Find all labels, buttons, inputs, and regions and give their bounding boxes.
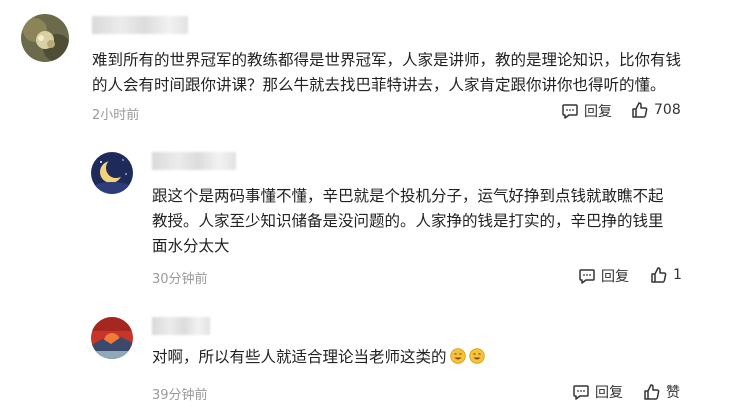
thumbs-up-icon bbox=[651, 267, 667, 283]
avatar[interactable] bbox=[91, 152, 133, 194]
like-count: 708 bbox=[654, 102, 681, 118]
reply-label: 回复 bbox=[584, 104, 612, 120]
comment-time: 30分钟前 bbox=[152, 272, 208, 287]
smile-emoji-icon bbox=[468, 347, 485, 364]
comment-item: 难到所有的世界冠军的教练都得是世界冠军，人家是讲师，教的是理论知识，比你有钱的人… bbox=[0, 0, 745, 130]
reply-button[interactable]: 回复 bbox=[561, 101, 612, 121]
comment-icon bbox=[573, 385, 589, 400]
reply-label: 回复 bbox=[601, 269, 629, 285]
like-count: 赞 bbox=[666, 385, 680, 401]
comment-text: 跟这个是两码事懂不懂，辛巴就是个投机分子，运气好挣到点钱就敢瞧不起教授。人家至少… bbox=[152, 187, 664, 255]
avatar[interactable] bbox=[91, 317, 133, 359]
reply-label: 回复 bbox=[595, 385, 623, 401]
username-blurred[interactable] bbox=[152, 317, 210, 335]
comment-text-body: 对啊，所以有些人就适合理论当老师这类的 bbox=[152, 348, 447, 366]
like-count: 1 bbox=[673, 267, 682, 283]
like-button[interactable]: 赞 bbox=[643, 382, 680, 402]
comment-text: 难到所有的世界冠军的教练都得是世界冠军，人家是讲师，教的是理论知识，比你有钱的人… bbox=[92, 51, 682, 94]
comment-time: 39分钟前 bbox=[152, 388, 208, 403]
smile-emoji-icon bbox=[449, 347, 466, 364]
thumbs-up-icon bbox=[632, 102, 648, 118]
reply-item: 对啊，所以有些人就适合理论当老师这类的 39分钟前 回复 赞 bbox=[0, 305, 745, 410]
comment-icon bbox=[579, 269, 595, 284]
reply-item: 跟这个是两码事懂不懂，辛巴就是个投机分子，运气好挣到点钱就敢瞧不起教授。人家至少… bbox=[0, 140, 745, 300]
comment-icon bbox=[562, 104, 578, 119]
reply-button[interactable]: 回复 bbox=[578, 266, 629, 286]
avatar[interactable] bbox=[21, 14, 69, 62]
username-blurred[interactable] bbox=[152, 152, 236, 170]
reply-button[interactable]: 回复 bbox=[572, 382, 623, 402]
username-blurred[interactable] bbox=[92, 16, 188, 34]
like-button[interactable]: 708 bbox=[631, 101, 681, 119]
thumbs-up-icon bbox=[644, 384, 660, 400]
comment-text: 对啊，所以有些人就适合理论当老师这类的 bbox=[152, 345, 672, 370]
like-button[interactable]: 1 bbox=[650, 266, 682, 284]
comment-time: 2小时前 bbox=[92, 108, 140, 123]
